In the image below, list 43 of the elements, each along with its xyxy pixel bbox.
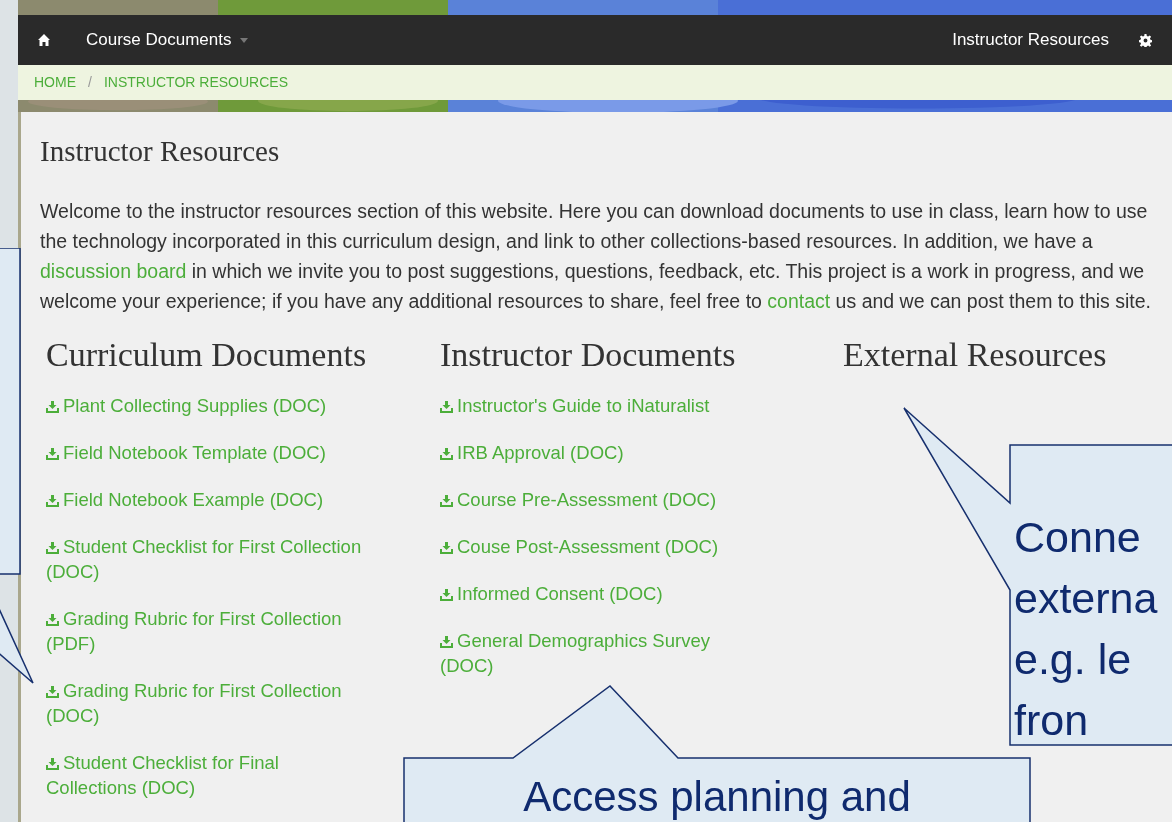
document-link[interactable]: Grading Rubric for First Collection (PDF): [46, 606, 364, 656]
document-link[interactable]: Plant Collecting Supplies (DOC): [46, 393, 364, 418]
text-link[interactable]: discussion board: [40, 260, 187, 282]
text-link[interactable]: contact: [767, 290, 831, 312]
download-icon: [440, 448, 453, 460]
download-icon: [46, 448, 59, 460]
document-link[interactable]: General Demographics Survey (DOC): [440, 628, 758, 678]
download-icon: [440, 401, 453, 413]
column-heading: Curriculum Documents: [46, 335, 368, 375]
breadcrumb-link[interactable]: INSTRUCTOR RESOURCES: [103, 72, 288, 93]
column-heading: Instructor Documents: [440, 335, 737, 375]
intro-paragraph: Welcome to the instructor resources section of this website. Here you can download documents to use in class, learn how to use the technology incorporated in this curriculum design, and link to other collections-based resources. In addition, we have a discussion board in which we invite you to post suggestions, questions, feedback, etc. This project is a work in progress, and we welcome your experience; if you have any additional resources to share, feel free to contact us and we can post them to this site.: [40, 199, 1153, 314]
column-heading: External Resources: [843, 335, 1108, 375]
download-icon: [440, 495, 453, 507]
document-link[interactable]: Student Checklist for First Collection (DOC): [46, 534, 364, 584]
settings-icon[interactable]: [1139, 33, 1152, 47]
breadcrumb-separator: /: [88, 73, 92, 92]
document-link[interactable]: Grading Rubric for First Collection (DOC): [46, 678, 364, 728]
document-link[interactable]: Field Notebook Template (DOC): [46, 440, 364, 465]
download-icon: [440, 636, 453, 648]
callout-text: Conne externa e.g. le fron: [1014, 512, 1159, 746]
download-icon: [46, 758, 59, 770]
breadcrumb-link[interactable]: HOME: [34, 72, 76, 93]
document-link[interactable]: Instructor's Guide to iNaturalist: [440, 393, 758, 418]
download-icon: [46, 542, 59, 554]
document-link[interactable]: Couse Post-Assessment (DOC): [440, 534, 758, 559]
download-icon: [440, 589, 453, 601]
home-icon[interactable]: [38, 34, 50, 46]
page-title: Instructor Resources: [40, 134, 281, 168]
download-icon: [46, 686, 59, 698]
download-icon: [46, 495, 59, 507]
download-icon: [46, 614, 59, 626]
document-link[interactable]: Informed Consent (DOC): [440, 581, 758, 606]
document-link[interactable]: Course Pre-Assessment (DOC): [440, 487, 758, 512]
nav-link[interactable]: Instructor Resources: [952, 27, 1109, 53]
download-icon: [46, 401, 59, 413]
document-link[interactable]: Field Notebook Example (DOC): [46, 487, 364, 512]
caret-icon: [239, 37, 248, 43]
document-link[interactable]: Student Checklist for Final Collections (DOC): [46, 750, 364, 800]
nav-menu[interactable]: Course Documents: [86, 27, 248, 53]
callout-text: Access planning and: [522, 774, 912, 820]
document-link[interactable]: IRB Approval (DOC): [440, 440, 758, 465]
download-icon: [440, 542, 453, 554]
